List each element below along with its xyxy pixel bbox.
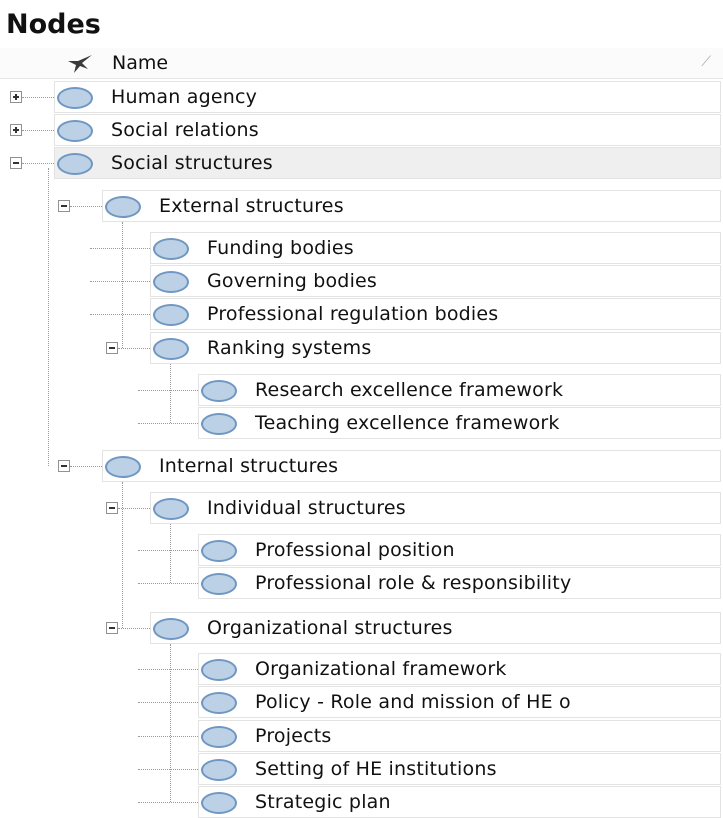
tree-row[interactable]: Individual structures (150, 492, 721, 524)
collapse-icon[interactable] (58, 200, 70, 212)
expand-icon[interactable] (10, 91, 22, 103)
node-icon (201, 692, 237, 714)
tree-connector (22, 130, 54, 131)
node-icon (153, 304, 189, 326)
node-icon (153, 271, 189, 293)
tree-connector (90, 281, 150, 282)
sort-indicator[interactable]: ⟋ (701, 54, 711, 70)
tree-connector (138, 550, 198, 551)
tree-row[interactable]: Professional regulation bodies (150, 298, 721, 330)
node-label: Funding bodies (207, 237, 354, 259)
node-icon (153, 338, 189, 360)
tree-connector (70, 206, 102, 207)
node-icon (57, 153, 93, 175)
node-icon (201, 726, 237, 748)
panel-title: Nodes (6, 9, 101, 40)
node-icon (105, 456, 141, 478)
tree-row[interactable]: Setting of HE institutions (198, 753, 721, 785)
tree-connector (118, 628, 150, 629)
tree-row[interactable]: External structures (102, 190, 721, 222)
tree-row[interactable]: Strategic plan (198, 786, 721, 818)
collapse-icon[interactable] (106, 502, 118, 514)
node-icon (201, 413, 237, 435)
tree-row[interactable]: Organizational framework (198, 653, 721, 685)
tree-row[interactable]: Governing bodies (150, 265, 721, 297)
star-icon[interactable] (62, 51, 94, 75)
node-label: Policy - Role and mission of HE o (255, 691, 571, 713)
node-label: External structures (159, 195, 344, 217)
node-label: Governing bodies (207, 270, 378, 292)
tree-connector (122, 222, 123, 348)
tree-connector (22, 163, 54, 164)
tree-row[interactable]: Professional position (198, 534, 721, 566)
tree-row[interactable]: Policy - Role and mission of HE o (198, 686, 721, 718)
node-icon (153, 238, 189, 260)
node-icon (105, 196, 141, 218)
node-label: Strategic plan (255, 791, 391, 813)
node-icon (201, 659, 237, 681)
node-label: Professional position (255, 539, 455, 561)
collapse-icon[interactable] (106, 622, 118, 634)
tree-connector (138, 390, 198, 391)
node-label: Setting of HE institutions (255, 758, 497, 780)
tree-connector (70, 466, 102, 467)
node-label: Internal structures (159, 455, 339, 477)
node-label: Teaching excellence framework (255, 412, 560, 434)
node-icon (201, 792, 237, 814)
node-label: Human agency (111, 86, 258, 108)
node-label: Organizational structures (207, 617, 453, 639)
node-label: Projects (255, 725, 332, 747)
tree-connector (90, 248, 150, 249)
tree-row[interactable]: Social structures (54, 147, 721, 179)
collapse-icon[interactable] (10, 157, 22, 169)
tree-connector (138, 423, 198, 424)
tree-row[interactable]: Research excellence framework (198, 374, 721, 406)
node-label: Social relations (111, 119, 259, 141)
tree-connector (48, 168, 49, 466)
tree-connector (138, 702, 198, 703)
tree-connector (170, 364, 171, 423)
tree-connector (122, 482, 123, 628)
node-icon (57, 87, 93, 109)
tree-row[interactable]: Projects (198, 720, 721, 752)
tree-row[interactable]: Organizational structures (150, 612, 721, 644)
node-label: Organizational framework (255, 658, 507, 680)
tree-row[interactable]: Professional role & responsibility (198, 567, 721, 599)
expand-icon[interactable] (10, 124, 22, 136)
node-label: Ranking systems (207, 337, 372, 359)
node-label: Research excellence framework (255, 379, 564, 401)
name-column-header[interactable]: Name (112, 48, 168, 78)
node-label: Individual structures (207, 497, 406, 519)
tree-row[interactable]: Ranking systems (150, 332, 721, 364)
tree-row[interactable]: Internal structures (102, 450, 721, 482)
tree-row[interactable]: Social relations (54, 114, 721, 146)
node-icon (153, 498, 189, 520)
node-label: Social structures (111, 152, 273, 174)
tree-connector (22, 97, 54, 98)
tree-row[interactable]: Teaching excellence framework (198, 407, 721, 439)
node-label: Professional role & responsibility (255, 572, 572, 594)
tree-connector (138, 769, 198, 770)
node-icon (201, 573, 237, 595)
node-icon (57, 120, 93, 142)
node-icon (201, 380, 237, 402)
tree-connector (90, 314, 150, 315)
tree-connector (170, 524, 171, 583)
collapse-icon[interactable] (106, 342, 118, 354)
tree-row[interactable]: Funding bodies (150, 232, 721, 264)
tree-connector (138, 736, 198, 737)
node-icon (201, 759, 237, 781)
collapse-icon[interactable] (58, 460, 70, 472)
tree-row[interactable]: Human agency (54, 81, 721, 113)
tree-connector (170, 644, 171, 802)
node-icon (201, 540, 237, 562)
tree-connector (138, 802, 198, 803)
tree-connector (138, 669, 198, 670)
tree-connector (118, 348, 150, 349)
node-icon (153, 618, 189, 640)
tree-connector (138, 583, 198, 584)
column-header[interactable]: Name ⟋ (0, 48, 723, 79)
node-label: Professional regulation bodies (207, 303, 499, 325)
